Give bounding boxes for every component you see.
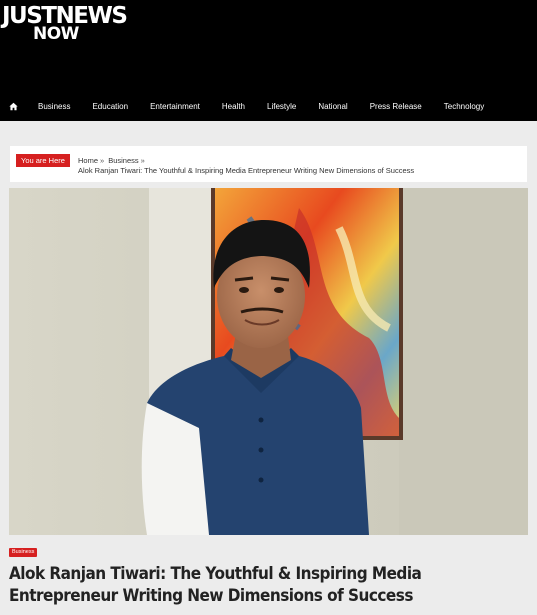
nav-item-press-release[interactable]: Press Release [370,102,422,111]
nav-item-education[interactable]: Education [92,102,128,111]
breadcrumb: You are Here Home» Business» Alok Ranjan … [10,146,527,182]
site-header: JUSTNEWS NOW Business Education Entertai… [0,0,537,121]
nav-item-entertainment[interactable]: Entertainment [150,102,200,111]
home-icon[interactable] [6,99,20,113]
breadcrumb-current: Alok Ranjan Tiwari: The Youthful & Inspi… [78,166,415,175]
nav-item-business[interactable]: Business [38,102,70,111]
breadcrumb-home-link[interactable]: Home [78,156,98,165]
category-badge[interactable]: Business [9,548,38,557]
you-are-here-label: You are Here [16,154,70,167]
featured-image [9,188,528,535]
breadcrumb-separator: » [140,156,145,165]
nav-item-technology[interactable]: Technology [444,102,484,111]
main-nav: Business Education Entertainment Health … [0,96,537,116]
site-logo[interactable]: JUSTNEWS NOW [2,5,128,43]
article-title: Alok Ranjan Tiwari: The Youthful & Inspi… [9,564,422,606]
breadcrumb-separator: » [100,156,105,165]
nav-item-national[interactable]: National [318,102,347,111]
breadcrumb-business-link[interactable]: Business [108,156,138,165]
breadcrumb-trail: Home» Business» [78,156,149,165]
nav-item-health[interactable]: Health [222,102,245,111]
nav-item-lifestyle[interactable]: Lifestyle [267,102,296,111]
